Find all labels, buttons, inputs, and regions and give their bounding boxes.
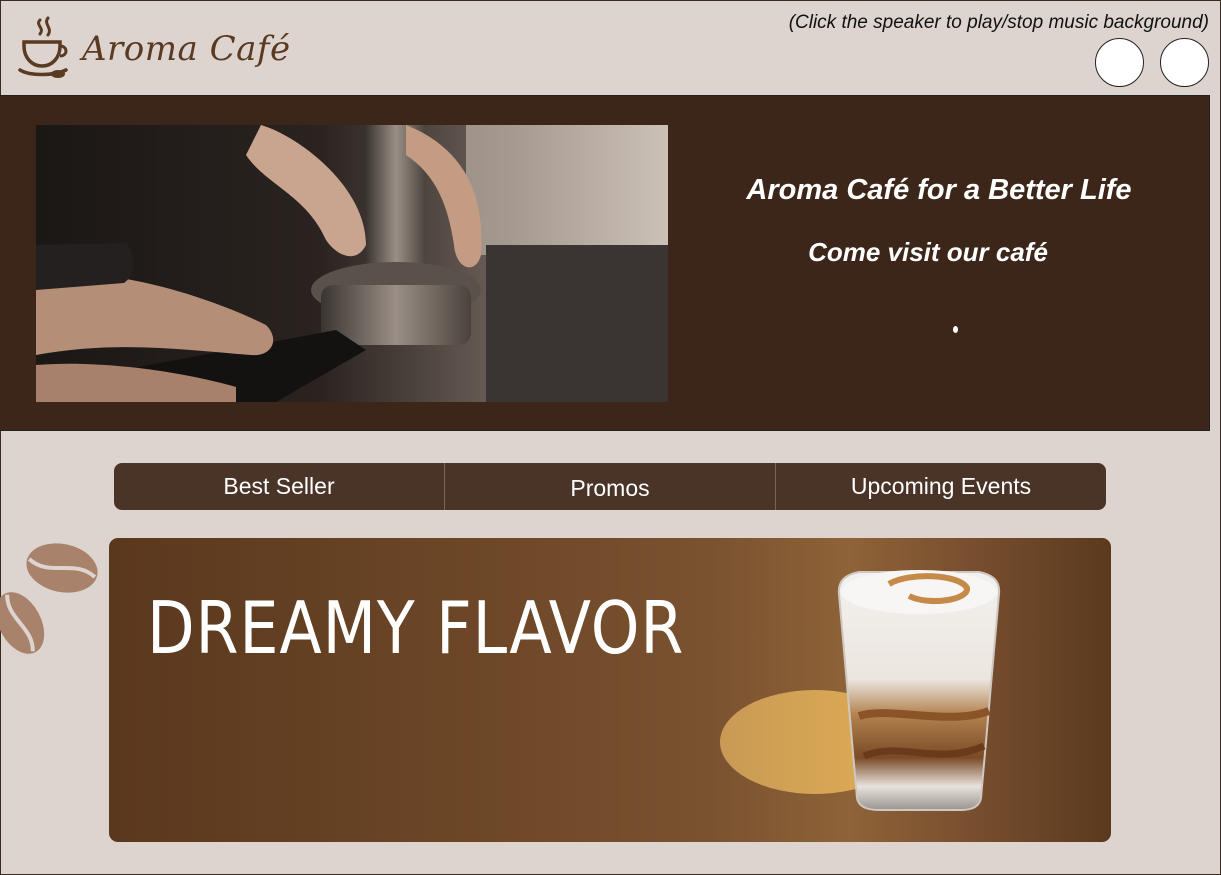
banner-title: DREAMY FLAVOR	[147, 586, 685, 670]
tab-promos[interactable]: Promos	[444, 463, 775, 510]
speaker-button[interactable]	[1095, 38, 1144, 87]
barista-photo	[36, 125, 668, 402]
category-tabs: Best Seller Promos Upcoming Events	[114, 463, 1106, 510]
hero-title: Aroma Café for a Better Life	[746, 174, 1132, 206]
caramel-latte-image	[837, 570, 1001, 811]
tab-upcoming-events[interactable]: Upcoming Events	[775, 463, 1106, 510]
brand-logo[interactable]: Aroma Café	[18, 16, 291, 82]
coffee-beans-icon	[0, 543, 98, 654]
tab-best-seller[interactable]: Best Seller	[114, 463, 444, 510]
music-hint: (Click the speaker to play/stop music ba…	[788, 12, 1209, 33]
promo-banner[interactable]: DREAMY FLAVOR	[109, 538, 1111, 842]
coffee-cup-icon	[18, 16, 68, 78]
carousel-indicator[interactable]	[953, 326, 958, 333]
speaker-button-secondary[interactable]	[1160, 38, 1209, 87]
brand-name: Aroma Café	[82, 29, 291, 69]
hero-section: Aroma Café for a Better Life Come visit …	[0, 95, 1210, 431]
hero-subtitle: Come visit our café	[808, 237, 1048, 267]
